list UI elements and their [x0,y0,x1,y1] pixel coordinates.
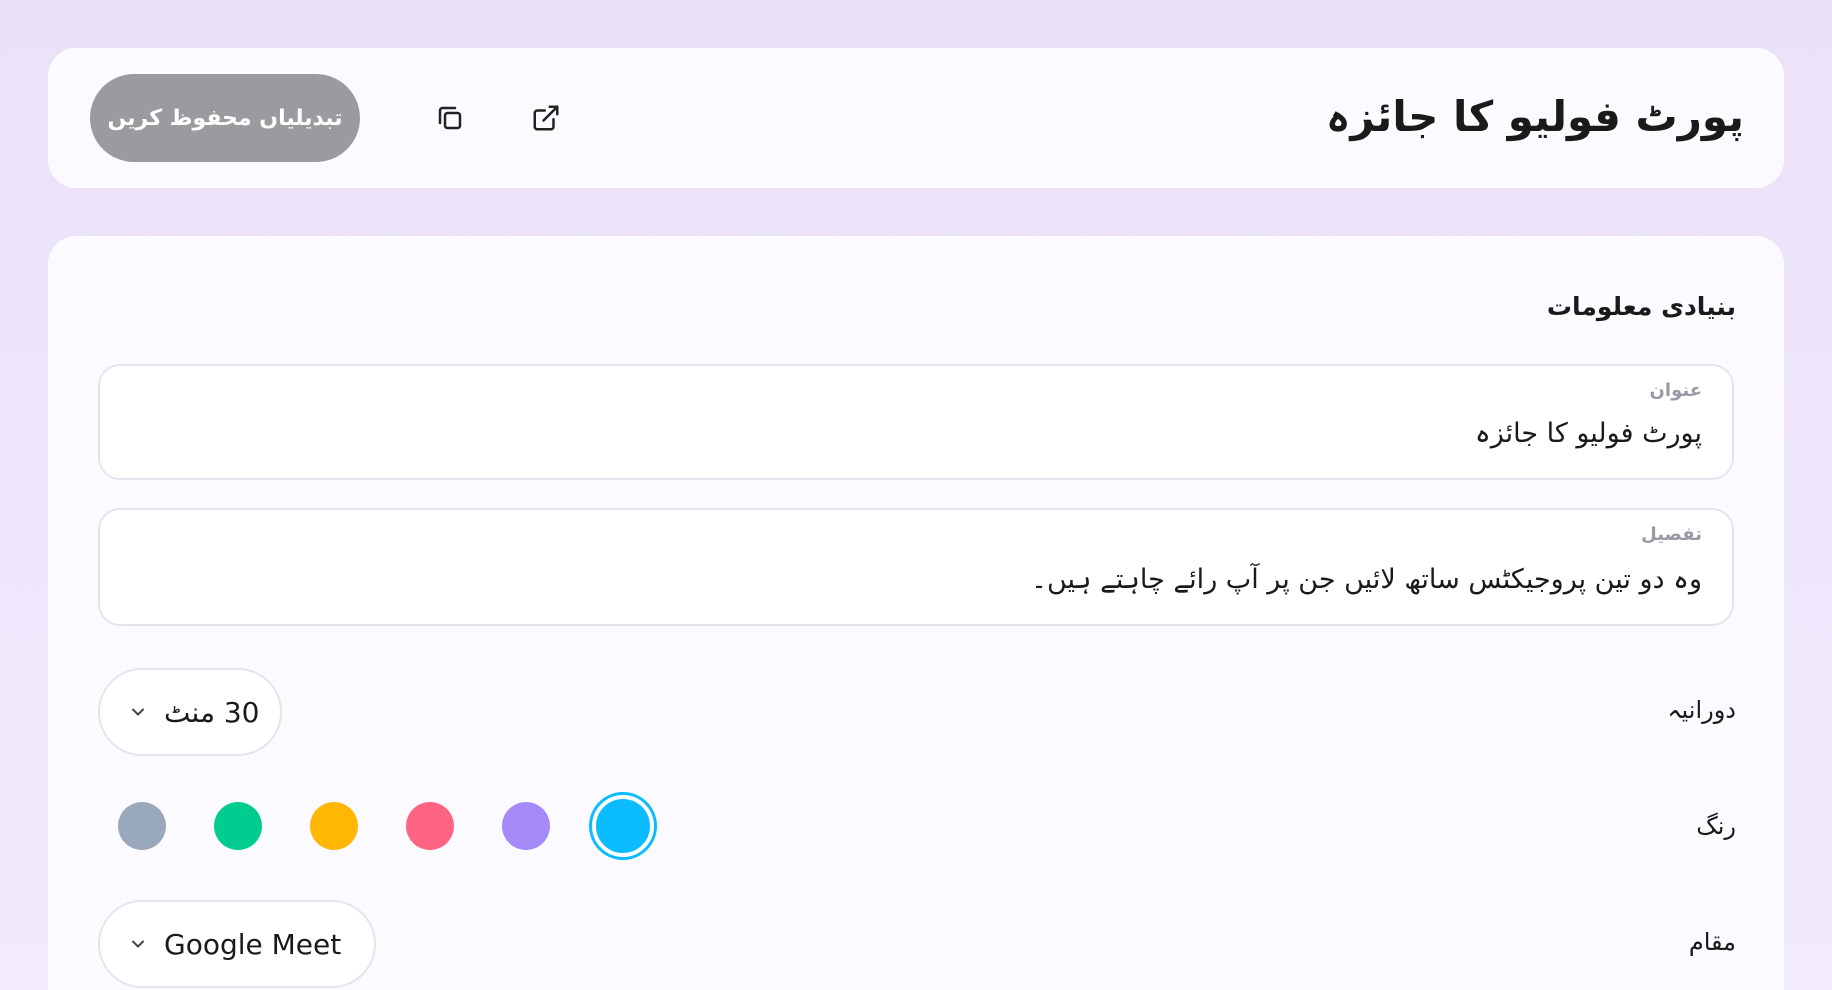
copy-icon [438,106,462,130]
description-input[interactable]: وہ دو تین پروجیکٹس ساتھ لائیں جن پر آپ ر… [130,564,1702,595]
location-select[interactable]: Google Meet [98,900,376,988]
color-label: رنگ [1696,812,1736,840]
chevron-down-icon [128,934,148,954]
copy-button[interactable] [432,100,468,136]
external-link-icon [533,105,559,131]
header-bar: پورٹ فولیو کا جائزہ تبدیلیاں محفوظ کریں [48,48,1784,188]
section-title: بنیادی معلومات [1546,292,1736,321]
basic-info-card: بنیادی معلومات عنوان پورٹ فولیو کا جائزہ… [48,236,1784,990]
title-field-label: عنوان [1649,380,1702,401]
duration-label: دورانیہ [1667,696,1736,724]
location-value: Google Meet [164,927,342,961]
color-swatch-purple[interactable] [502,802,550,850]
page-title: پورٹ فولیو کا جائزہ [1325,92,1744,141]
location-label: مقام [1688,928,1736,956]
description-field-label: تفصیل [1641,524,1702,545]
duration-value: 30 منٹ [164,695,260,729]
save-changes-button[interactable]: تبدیلیاں محفوظ کریں [90,74,360,162]
chevron-down-icon [128,702,148,722]
color-swatch-green[interactable] [214,802,262,850]
duration-select[interactable]: 30 منٹ [98,668,282,756]
color-swatch-pink[interactable] [406,802,454,850]
title-input[interactable]: پورٹ فولیو کا جائزہ [130,418,1702,449]
color-swatch-blue-selected[interactable] [592,795,654,857]
color-swatch-gray[interactable] [118,802,166,850]
title-field[interactable]: عنوان پورٹ فولیو کا جائزہ [98,364,1734,480]
open-link-button[interactable] [528,100,564,136]
color-swatch-yellow[interactable] [310,802,358,850]
description-field[interactable]: تفصیل وہ دو تین پروجیکٹس ساتھ لائیں جن پ… [98,508,1734,626]
